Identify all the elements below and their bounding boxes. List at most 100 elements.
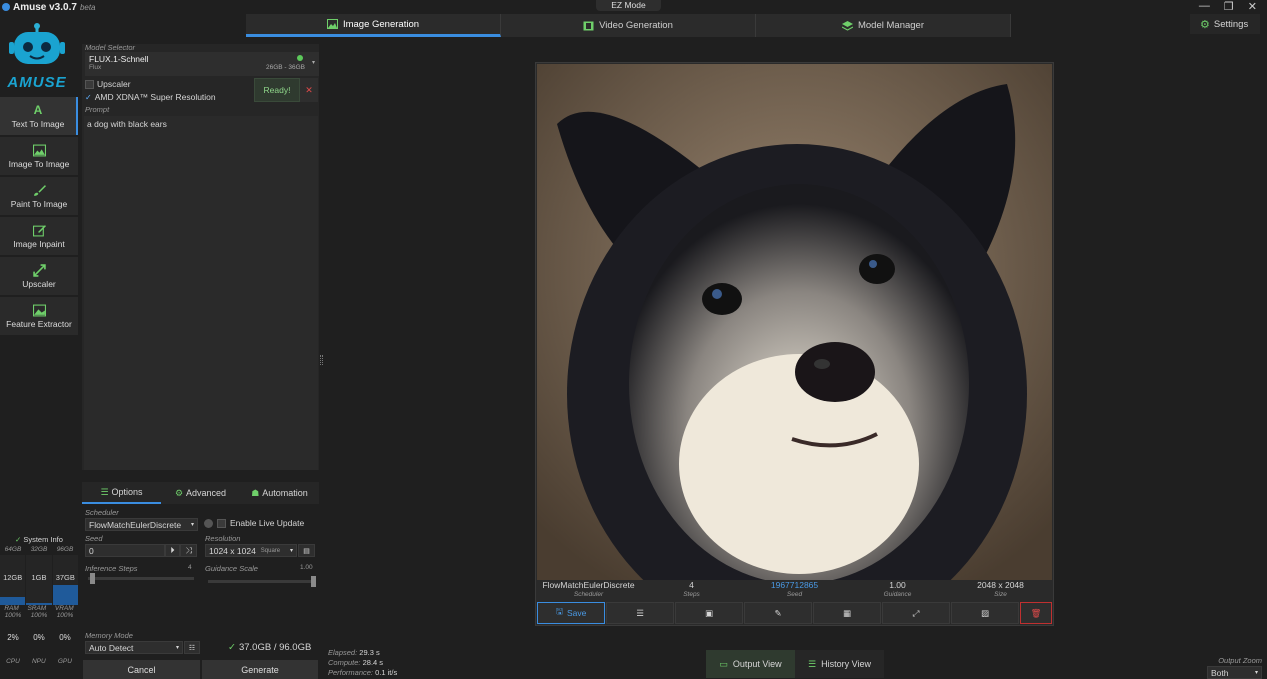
model-selector[interactable]: FLUX.1-Schnell Flux 26GB - 36GB ▾ — [85, 52, 319, 76]
chevron-down-icon: ▾ — [190, 522, 194, 528]
output-view-button[interactable]: ▭ Output View — [706, 650, 795, 678]
restore-icon[interactable]: ❐ — [1224, 0, 1234, 13]
scheduler-value: FlowMatchEulerDiscrete — [89, 519, 182, 530]
details-button[interactable]: ☰ — [606, 602, 674, 624]
upscale-button[interactable]: ⤢ — [882, 602, 950, 624]
sram-bar: 1GB — [26, 555, 52, 605]
tab-automation[interactable]: ☗ Automation — [240, 482, 319, 504]
steps-slider[interactable] — [88, 573, 194, 584]
delete-button[interactable]: 🗑 — [1020, 602, 1052, 624]
tab-label: Image Generation — [342, 18, 420, 30]
tab-label: Video Generation — [599, 20, 673, 31]
video-button[interactable]: ▦ — [813, 602, 881, 624]
resolution-lock-button[interactable]: ▤ — [298, 544, 315, 557]
result-seed-label: Seed — [786, 591, 803, 598]
guidance-slider[interactable] — [208, 576, 316, 587]
generated-image[interactable] — [537, 64, 1052, 580]
compute-label: Compute: — [328, 658, 361, 667]
main-tabs: Image Generation Video Generation Model … — [246, 14, 1011, 37]
ready-button[interactable]: Ready! — [254, 78, 300, 102]
tab-label: Model Manager — [857, 20, 924, 31]
layers-icon — [841, 20, 853, 31]
panel-splitter[interactable] — [320, 355, 323, 365]
tab-advanced[interactable]: ⚙ Advanced — [161, 482, 240, 504]
random-seed-button[interactable]: ⤨ — [180, 544, 197, 557]
compute-value: 28.4 s — [362, 658, 384, 667]
result-size: 2048 x 2048 Size — [949, 580, 1052, 600]
checkbox-icon — [85, 79, 94, 89]
cancel-button[interactable]: Cancel — [83, 660, 200, 679]
robot-icon: ☗ — [251, 487, 260, 498]
resolution-select[interactable]: 1024 x 1024 Square ▾ — [205, 544, 297, 557]
elapsed-value: 29.3 s — [359, 648, 380, 657]
chevron-down-icon: ▾ — [289, 548, 293, 554]
result-guidance: 1.00 Guidance — [846, 580, 949, 600]
system-title-text: System Info — [23, 535, 63, 544]
memory-bars: 12GB 1GB 37GB — [0, 555, 78, 605]
cpu-load: 2% — [7, 633, 19, 642]
play-step-icon: ⏵ — [170, 545, 175, 555]
nav-upscaler[interactable]: Upscaler — [0, 257, 78, 295]
upscaler-checkbox[interactable]: Upscaler — [85, 79, 131, 89]
nav-text-to-image[interactable]: A Text To Image — [0, 97, 78, 135]
live-update-toggle[interactable]: Enable Live Update — [204, 518, 304, 528]
image-to-image-button[interactable]: ▣ — [675, 602, 743, 624]
scheduler-select[interactable]: FlowMatchEulerDiscrete ▾ — [85, 518, 198, 531]
performance-stat: Performance: 0.1 it/s — [328, 668, 397, 678]
ram-pct: 100% — [4, 612, 22, 619]
nav-label: Upscaler — [22, 278, 56, 289]
check-circle-icon: ✓ — [228, 642, 236, 653]
settings-label: Settings — [1213, 18, 1249, 30]
memory-settings-button[interactable]: ☷ — [184, 641, 200, 654]
result-metadata: FlowMatchEulerDiscrete Scheduler 4 Steps 1… — [537, 580, 1052, 600]
result-seed-value[interactable]: 1967712865 — [771, 580, 818, 590]
tab-image-generation[interactable]: Image Generation — [246, 14, 501, 37]
seed-input[interactable]: 0 — [85, 544, 165, 557]
output-zoom-label: Output Zoom — [1218, 656, 1262, 665]
result-scheduler-label: Scheduler — [573, 591, 604, 598]
unload-model-button[interactable]: ✕ — [300, 78, 318, 102]
memory-mode-select[interactable]: Auto Detect ▾ — [85, 641, 183, 654]
nav-image-inpaint[interactable]: Image Inpaint — [0, 217, 78, 255]
chevron-down-icon: ▾ — [311, 60, 315, 66]
performance-value: 0.1 it/s — [375, 668, 398, 677]
nav-image-to-image[interactable]: Image To Image — [0, 137, 78, 175]
ez-mode-button[interactable]: EZ Mode — [596, 0, 661, 11]
nav-paint-to-image[interactable]: Paint To Image — [0, 177, 78, 215]
tab-options[interactable]: ☰ Options — [82, 482, 161, 504]
vram-cap: 96GB — [56, 546, 74, 553]
slider-thumb[interactable] — [311, 576, 316, 587]
app-title: Amuse v3.0.7 — [13, 1, 77, 13]
generate-button[interactable]: Generate — [202, 660, 318, 679]
result-steps-value: 4 — [689, 580, 694, 590]
settings-button[interactable]: ⚙ Settings — [1190, 14, 1260, 34]
tab-video-generation[interactable]: Video Generation — [501, 14, 756, 37]
nav-feature-extractor[interactable]: Feature Extractor — [0, 297, 78, 335]
memory-names: RAM SRAM VRAM — [0, 605, 78, 612]
output-view-label: Output View — [732, 659, 782, 669]
gear-icon: ⚙ — [1200, 18, 1210, 31]
model-vram: 26GB - 36GB — [265, 64, 305, 71]
tab-label: Automation — [262, 488, 308, 498]
tab-model-manager[interactable]: Model Manager — [756, 14, 1011, 37]
minimize-icon[interactable]: — — [1199, 0, 1210, 12]
super-resolution-checkbox[interactable]: ✓ AMD XDNA™ Super Resolution — [85, 92, 216, 102]
close-icon[interactable]: ✕ — [1248, 0, 1257, 13]
paint-button[interactable]: ✎ — [744, 602, 812, 624]
brush-icon — [33, 184, 46, 196]
view-toggle: ▭ Output View ☰ History View — [706, 650, 884, 678]
output-zoom-select[interactable]: Both ▾ — [1207, 666, 1262, 679]
prompt-input[interactable]: a dog with black ears — [84, 116, 318, 470]
result-size-label: Size — [994, 591, 1007, 598]
slider-thumb[interactable] — [90, 573, 95, 584]
seed-step-button[interactable]: ⏵ — [165, 544, 180, 557]
feature-extract-button[interactable]: ▨ — [951, 602, 1019, 624]
history-view-button[interactable]: ☰ History View — [795, 650, 884, 678]
logo-text: AMUSE — [7, 74, 67, 91]
elapsed-stat: Elapsed: 29.3 s — [328, 648, 397, 658]
image-icon — [326, 19, 338, 29]
result-steps: 4 Steps — [640, 580, 743, 600]
save-button[interactable]: 🖫 Save — [537, 602, 605, 624]
result-seed[interactable]: 1967712865 Seed — [743, 580, 846, 600]
sram-pct: 100% — [30, 612, 48, 619]
